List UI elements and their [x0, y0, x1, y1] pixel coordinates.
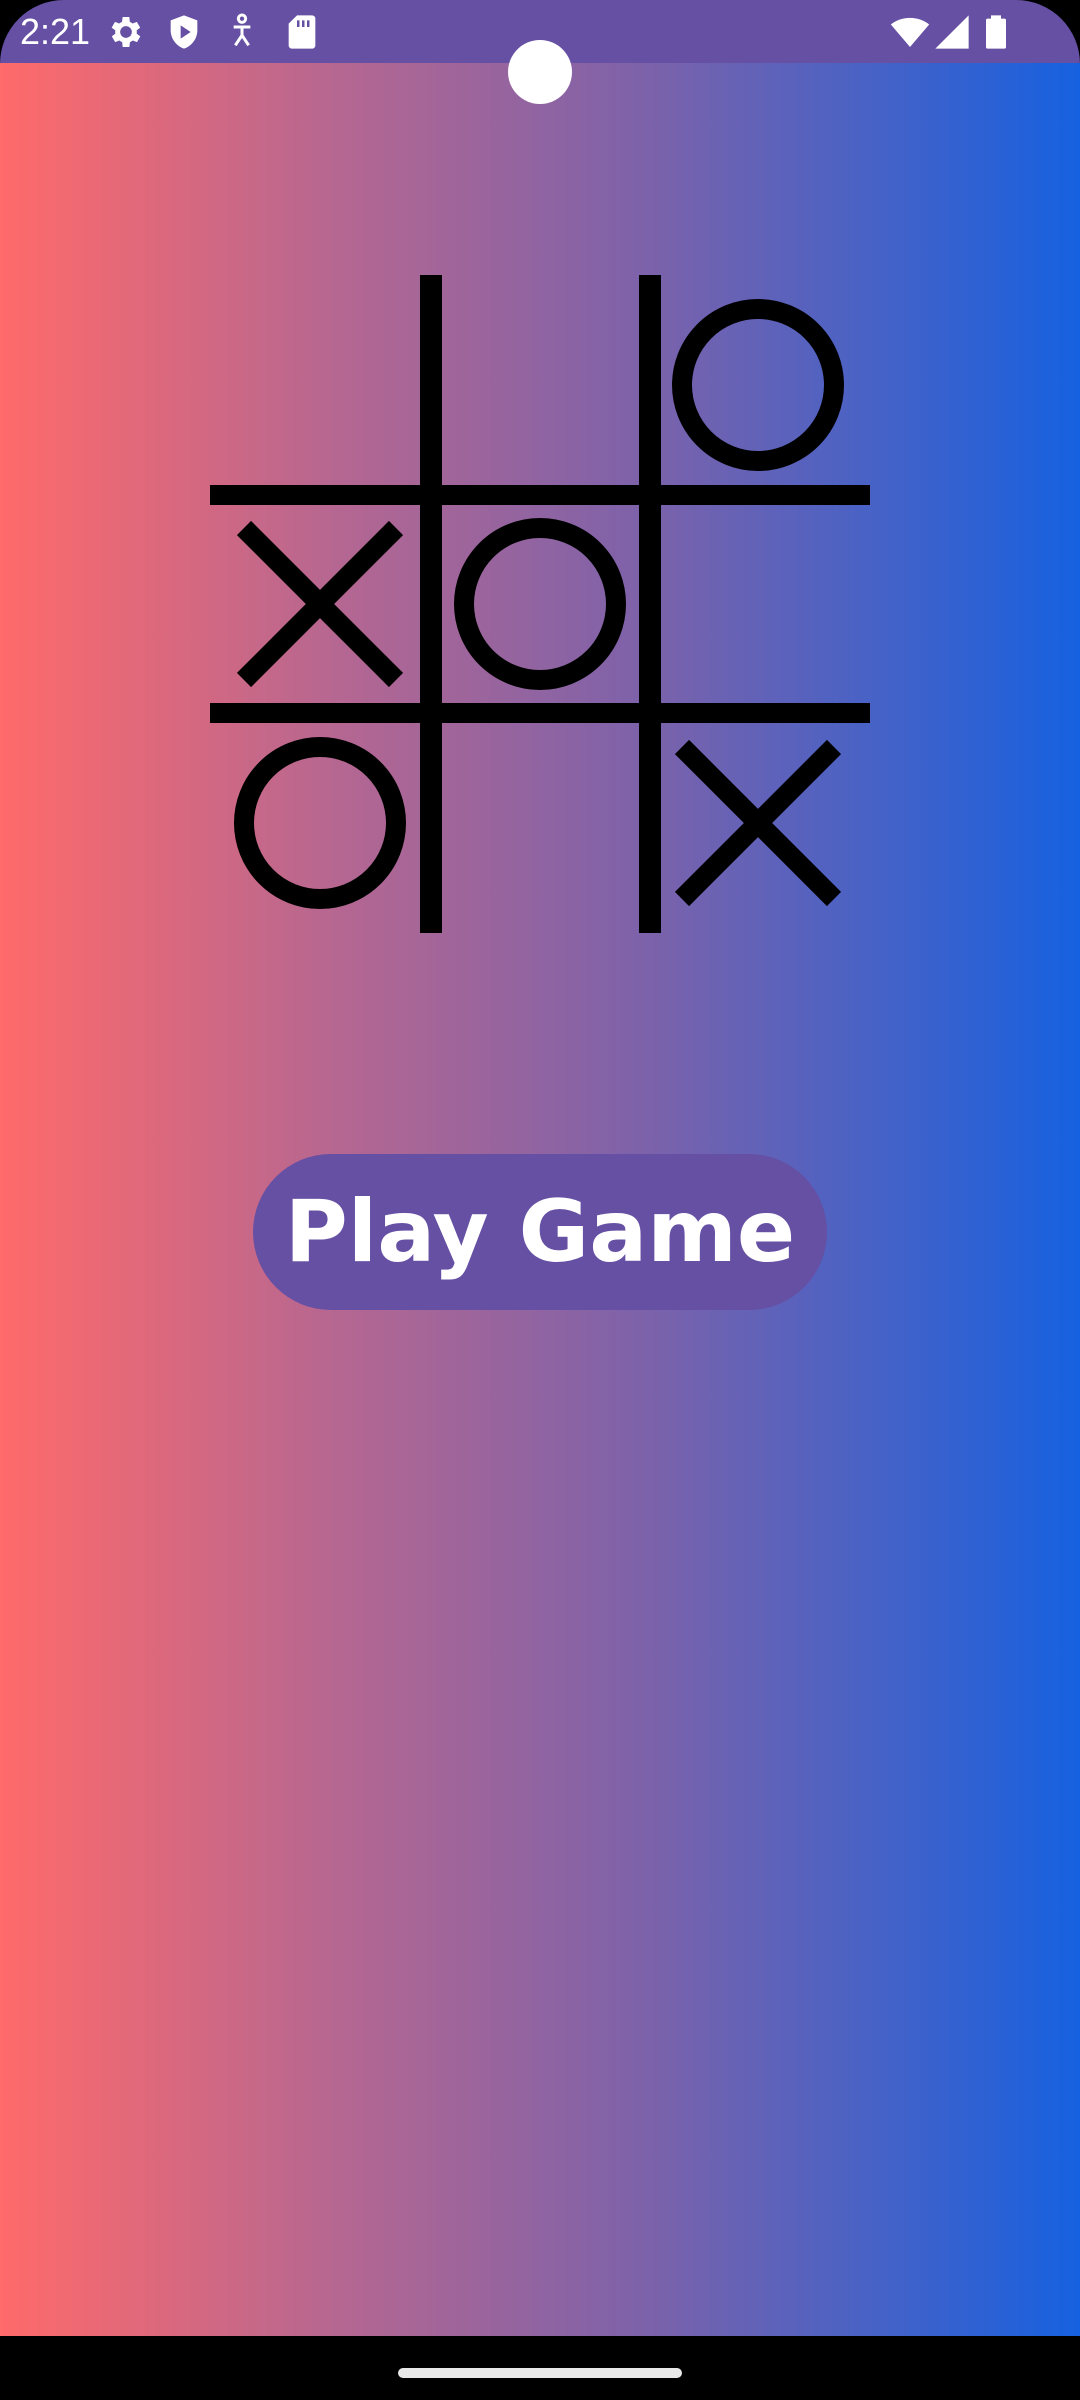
grid-line-horizontal-2	[210, 703, 870, 723]
grid-line-vertical-1	[420, 275, 442, 933]
board-marks	[234, 299, 844, 909]
wifi-icon	[890, 17, 930, 47]
home-indicator[interactable]	[398, 2368, 682, 2378]
sd-card-icon	[288, 15, 316, 49]
battery-icon	[986, 15, 1006, 49]
shield-play-icon	[170, 15, 198, 49]
status-time: 2:21	[20, 11, 91, 52]
play-game-button[interactable]: Play Game	[253, 1154, 827, 1310]
grid-line-vertical-2	[639, 275, 661, 933]
accessibility-icon	[233, 13, 251, 47]
x-mark	[674, 739, 842, 907]
o-mark	[672, 299, 844, 471]
phone-screen: 2:21 Play Game	[0, 0, 1080, 2400]
o-mark	[454, 518, 626, 690]
app-content: Play Game	[0, 63, 1080, 2336]
x-mark	[236, 520, 404, 688]
grid-line-horizontal-1	[210, 485, 870, 505]
camera-cutout	[508, 40, 572, 104]
o-mark	[234, 737, 406, 909]
tic-tac-toe-board	[210, 275, 870, 933]
gear-icon	[111, 17, 141, 47]
cellular-signal-icon	[935, 15, 969, 49]
